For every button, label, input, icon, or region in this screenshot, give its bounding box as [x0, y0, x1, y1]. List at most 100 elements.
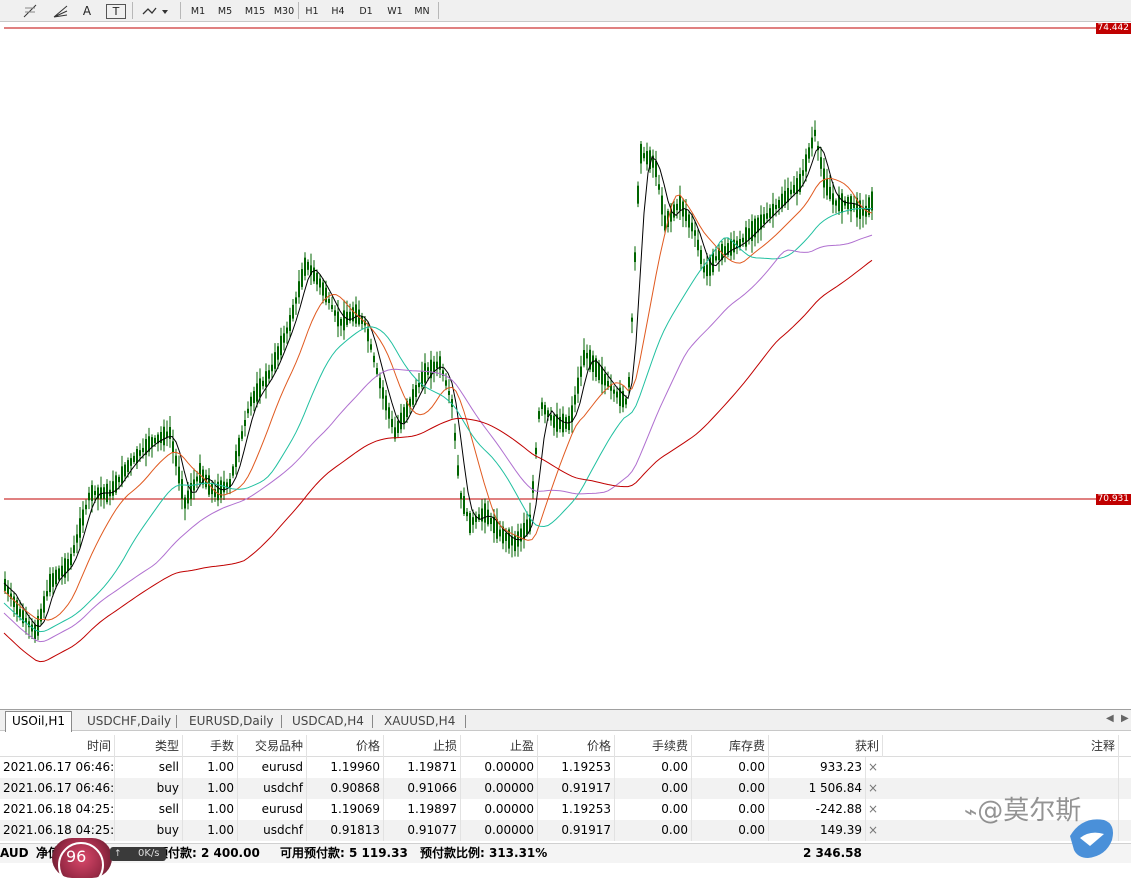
col-current-price[interactable]: 价格: [538, 735, 615, 757]
candle-body: [238, 438, 240, 456]
candle-body: [412, 389, 414, 405]
timeframe-h4[interactable]: H4: [327, 2, 349, 19]
scroll-right-icon[interactable]: ▶: [1121, 713, 1129, 724]
timeframe-w1[interactable]: W1: [384, 2, 406, 19]
ma-violet-line: [4, 235, 872, 641]
cell-volume: 1.00: [183, 799, 238, 820]
cell-commission: 0.00: [615, 799, 692, 820]
col-volume[interactable]: 手数: [183, 735, 238, 757]
tab-xauusd-h4[interactable]: XAUUSD,H4: [378, 712, 461, 730]
candle-body: [250, 397, 252, 407]
candle-body: [505, 533, 507, 541]
candle-body: [460, 493, 462, 499]
candle-body: [151, 437, 153, 447]
speed-rate: 0K/s: [138, 847, 160, 861]
candle-body: [691, 223, 693, 232]
timeframe-h1[interactable]: H1: [301, 2, 323, 19]
candle-body: [676, 204, 678, 210]
candle-body: [49, 574, 51, 592]
table-row[interactable]: 2021.06.18 04:25:34buy1.00usdchf0.918130…: [0, 820, 1131, 841]
scroll-left-icon[interactable]: ◀: [1106, 713, 1114, 724]
close-position-icon[interactable]: ×: [867, 799, 879, 820]
tab-usdcad-h4[interactable]: USDCAD,H4: [286, 712, 370, 730]
cell-stop-loss: 1.19871: [384, 757, 461, 778]
col-stop-loss[interactable]: 止损: [384, 735, 461, 757]
tab-eurusd-daily[interactable]: EURUSD,Daily: [183, 712, 280, 730]
candle-body: [562, 414, 564, 433]
cell-time: 2021.06.18 04:25:34: [0, 820, 115, 841]
col-open-price[interactable]: 价格: [307, 735, 384, 757]
top-line-price-label: 74.442: [1096, 23, 1131, 34]
arrows-dropdown-icon[interactable]: [140, 2, 170, 19]
candle-body: [94, 491, 96, 495]
candle-body: [766, 213, 768, 219]
col-comment[interactable]: 注释: [883, 735, 1119, 757]
candle-body: [70, 554, 72, 565]
candle-body: [553, 416, 555, 428]
cell-profit: 1 506.84: [769, 778, 866, 799]
candle-body: [295, 297, 297, 303]
cell-type: buy: [115, 820, 183, 841]
text-label-tool-button[interactable]: T: [106, 4, 126, 19]
cell-time: 2021.06.18 04:25:21: [0, 799, 115, 820]
candle-body: [73, 545, 75, 553]
fibonacci-retracement-icon[interactable]: [22, 2, 40, 19]
col-type[interactable]: 类型: [115, 735, 183, 757]
account-currency: AUD: [0, 844, 29, 863]
col-take-profit[interactable]: 止盈: [461, 735, 538, 757]
candle-body: [820, 157, 822, 169]
timeframe-d1[interactable]: D1: [355, 2, 377, 19]
price-chart[interactable]: 74.442 70.931: [0, 23, 1131, 709]
col-time[interactable]: 时间: [0, 735, 115, 757]
candle-body: [679, 195, 681, 210]
candle-body: [673, 204, 675, 217]
fibonacci-fan-icon[interactable]: [52, 2, 70, 19]
tab-usoil-h1[interactable]: USOil,H1: [5, 711, 72, 732]
candle-body: [55, 570, 57, 584]
close-position-icon[interactable]: ×: [867, 778, 879, 799]
table-row[interactable]: 2021.06.17 06:46:21buy1.00usdchf0.908680…: [0, 778, 1131, 799]
candle-body: [706, 265, 708, 277]
col-swap[interactable]: 库存费: [692, 735, 769, 757]
candle-body: [580, 366, 582, 376]
col-commission[interactable]: 手续费: [615, 735, 692, 757]
table-row[interactable]: 2021.06.17 06:46:16sell1.00eurusd1.19960…: [0, 757, 1131, 778]
timeframe-m15[interactable]: M15: [241, 2, 269, 19]
candle-body: [763, 214, 765, 224]
candle-body: [463, 496, 465, 514]
price-chart-canvas[interactable]: [0, 23, 1131, 709]
candle-body: [487, 510, 489, 525]
timeframe-mn[interactable]: MN: [410, 2, 434, 19]
tab-usdchf-daily[interactable]: USDCHF,Daily: [81, 712, 177, 730]
candle-body: [697, 240, 699, 250]
free-margin-value: 可用预付款: 5 119.33: [280, 844, 408, 863]
cell-comment: [883, 757, 1119, 778]
close-position-icon[interactable]: ×: [867, 820, 879, 841]
candle-body: [517, 531, 519, 546]
candle-body: [133, 456, 135, 462]
close-position-icon[interactable]: ×: [867, 757, 879, 778]
candle-body: [793, 185, 795, 193]
timeframe-m1[interactable]: M1: [186, 2, 210, 19]
candle-body: [544, 405, 546, 414]
table-row[interactable]: 2021.06.18 04:25:21sell1.00eurusd1.19069…: [0, 799, 1131, 820]
total-profit-value: 2 346.58: [803, 844, 862, 863]
cell-swap: 0.00: [692, 820, 769, 841]
timeframe-m30[interactable]: M30: [270, 2, 298, 19]
candle-body: [448, 391, 450, 395]
candle-body: [328, 299, 330, 303]
candle-body: [178, 467, 180, 484]
col-profit[interactable]: 获利: [769, 735, 883, 757]
text-tool-button[interactable]: A: [78, 2, 96, 19]
cell-profit: 149.39: [769, 820, 866, 841]
candle-body: [316, 273, 318, 284]
candle-body: [127, 460, 129, 472]
col-symbol[interactable]: 交易品种: [238, 735, 307, 757]
cell-volume: 1.00: [183, 820, 238, 841]
candle-body: [292, 305, 294, 319]
cell-commission: 0.00: [615, 757, 692, 778]
candle-body: [646, 151, 648, 164]
mid-line-price-label: 70.931: [1096, 494, 1131, 505]
candle-body: [298, 281, 300, 297]
timeframe-m5[interactable]: M5: [213, 2, 237, 19]
